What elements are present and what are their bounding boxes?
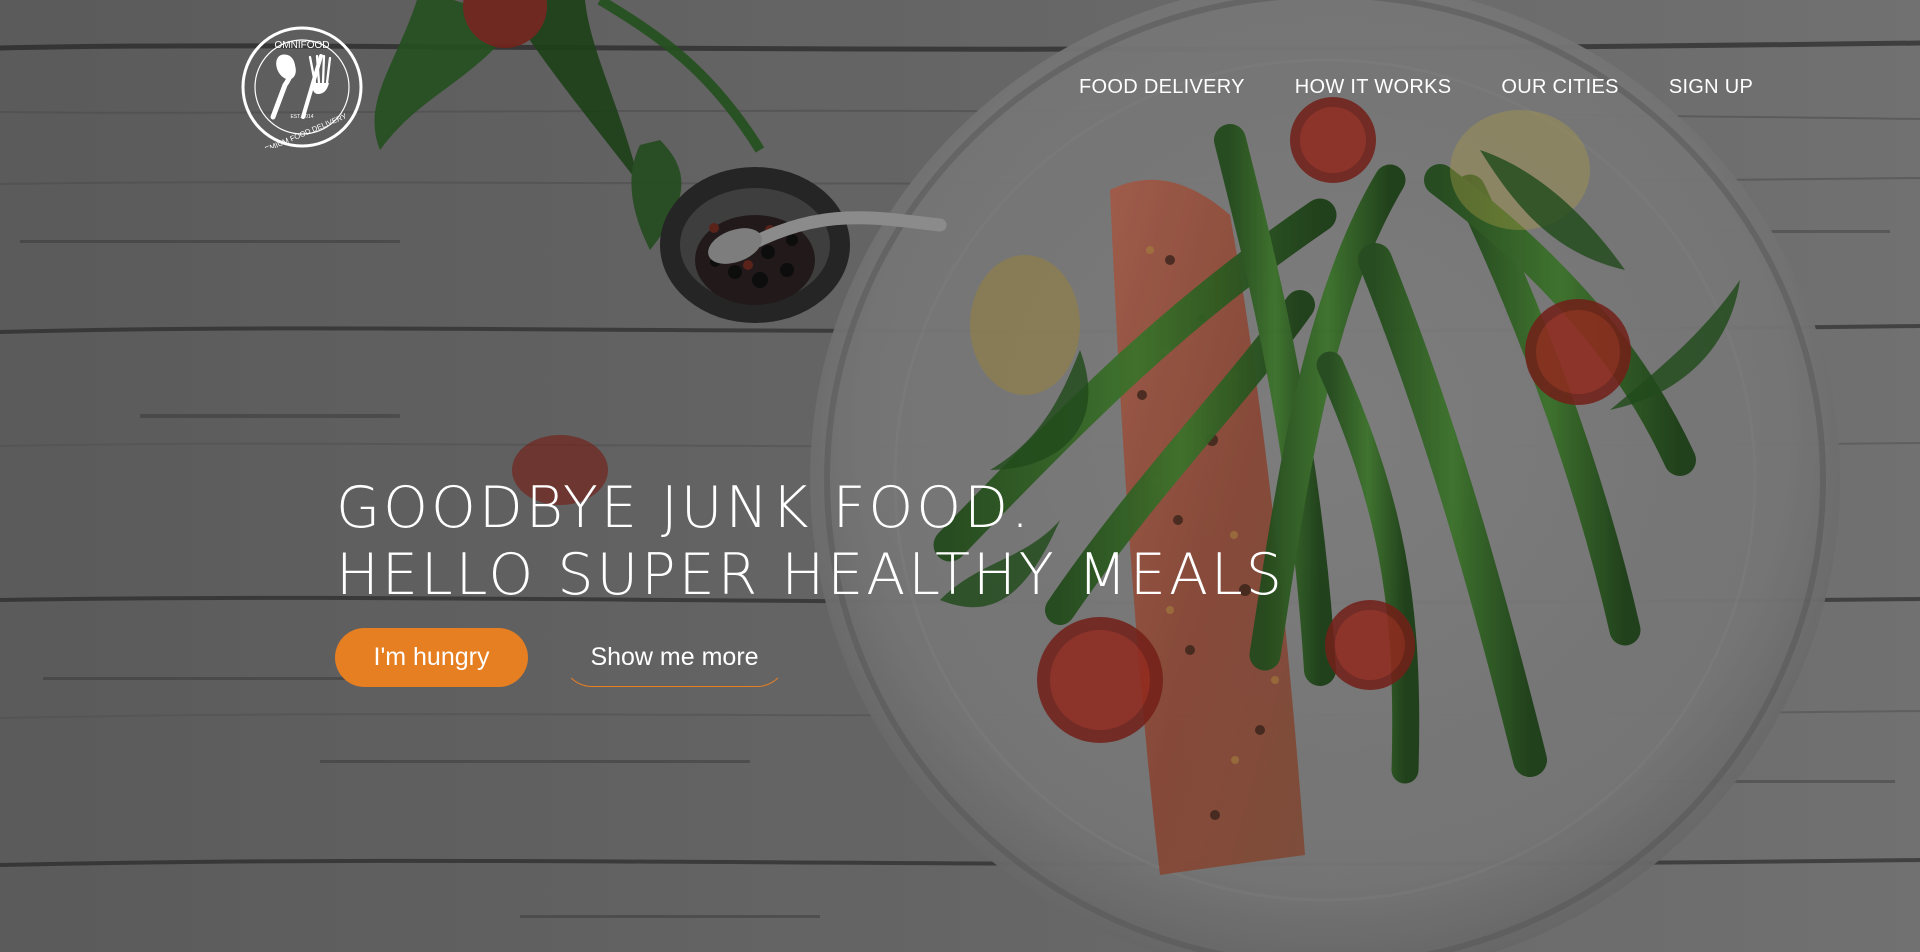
im-hungry-button[interactable]: I'm hungry [335,628,528,687]
nav-our-cities[interactable]: OUR CITIES [1501,77,1618,97]
headline-line-1: GOODBYE JUNK FOOD. [336,475,1033,541]
nav-sign-up[interactable]: SIGN UP [1669,77,1753,97]
spoon-and-fork-icon: OMNIFOOD EST. 2014 PREMIUM FOOD DELIVERY [241,26,363,158]
headline-line-2: HELLO SUPER HEALTHY MEALS [336,542,1285,608]
hero-section: OMNIFOOD EST. 2014 PREMIUM FOOD DELIVERY… [0,0,1920,952]
logo-established-text: EST. 2014 [290,114,313,120]
logo-brand-text: OMNIFOOD [275,40,330,51]
show-me-more-button[interactable]: Show me more [562,628,787,687]
nav-food-delivery[interactable]: FOOD DELIVERY [1079,77,1245,97]
omnifood-logo[interactable]: OMNIFOOD EST. 2014 PREMIUM FOOD DELIVERY [241,26,363,158]
nav-how-it-works[interactable]: HOW IT WORKS [1295,77,1452,97]
main-navigation: FOOD DELIVERY HOW IT WORKS OUR CITIES SI… [1079,77,1753,97]
hero-headline: GOODBYE JUNK FOOD. HELLO SUPER HEALTHY M… [336,475,1285,609]
